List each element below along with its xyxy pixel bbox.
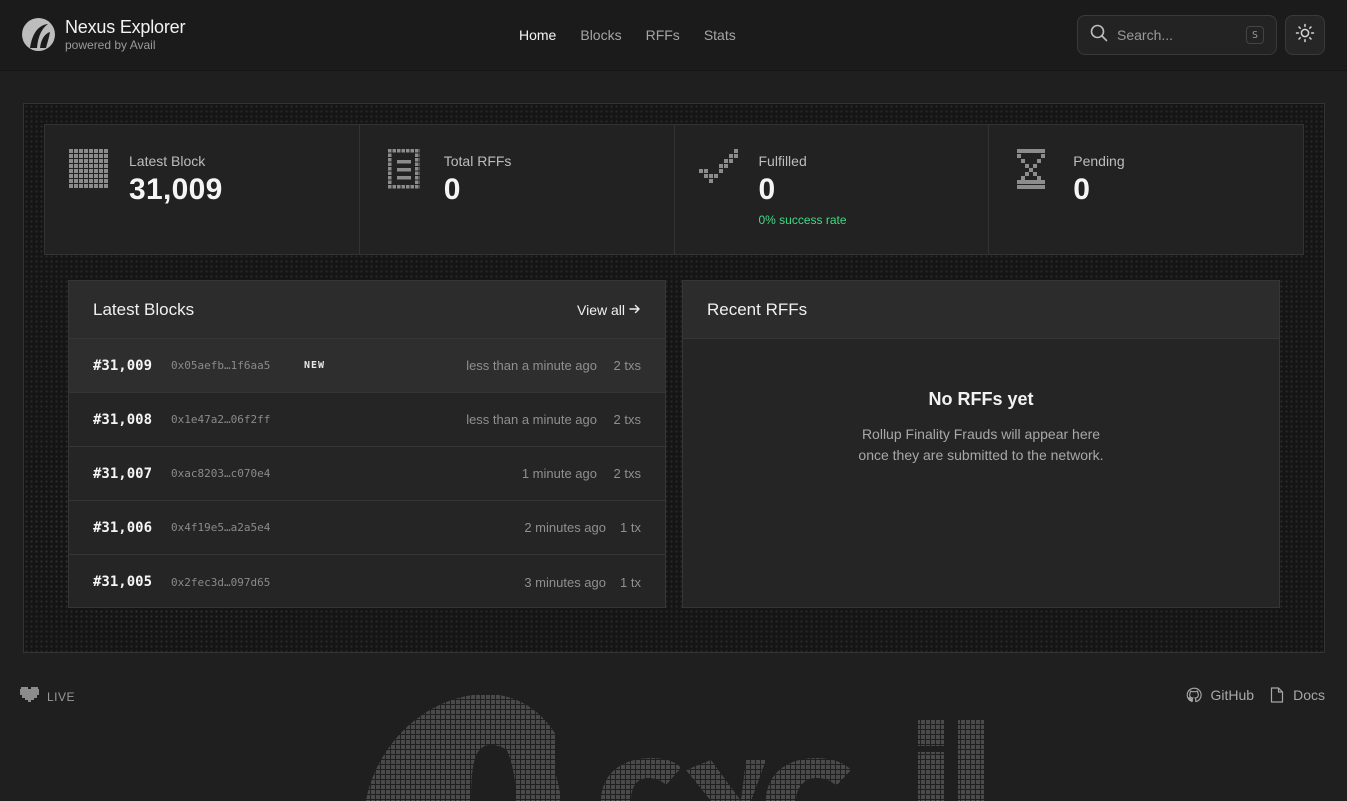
stat-value: 0: [758, 173, 776, 206]
block-number[interactable]: #31,005: [93, 574, 152, 590]
search-shortcut-key: S: [1246, 26, 1264, 44]
block-row[interactable]: #31,008 0x1e47a2…06f2ff less than a minu…: [69, 393, 665, 447]
empty-state-line: once they are submitted to the network.: [858, 447, 1104, 463]
live-label: LIVE: [47, 690, 76, 704]
block-hash: 0xac8203…c070e4: [171, 467, 271, 480]
docs-link[interactable]: Docs: [1270, 687, 1325, 703]
sun-icon: [1295, 23, 1315, 48]
brand-title: Nexus Explorer: [65, 17, 186, 37]
docs-label: Docs: [1293, 687, 1325, 703]
hourglass-icon: [1017, 149, 1049, 196]
block-tx-count: 1 tx: [620, 520, 641, 535]
stat-value: 0: [1073, 173, 1091, 206]
nav-home[interactable]: Home: [519, 27, 556, 43]
block-tx-count: 1 tx: [620, 574, 641, 590]
github-icon: [1186, 687, 1202, 703]
block-hash: 0x2fec3d…097d65: [171, 575, 271, 589]
nav-blocks[interactable]: Blocks: [580, 27, 621, 43]
block-hash: 0x1e47a2…06f2ff: [171, 413, 271, 426]
main-nav: Home Blocks RFFs Stats: [519, 27, 760, 43]
block-number[interactable]: #31,008: [93, 412, 152, 428]
empty-state-description: Rollup Finality Frauds will appear here …: [683, 424, 1279, 466]
stat-latest-block[interactable]: Latest Block 31,009: [45, 125, 360, 254]
recent-rffs-card: Recent RFFs No RFFs yet Rollup Finality …: [682, 280, 1280, 608]
avail-logo-icon: [22, 18, 55, 51]
block-tx-count: 2 txs: [613, 466, 641, 481]
view-all-label: View all: [577, 301, 625, 318]
document-icon: [387, 149, 422, 196]
live-indicator: LIVE: [20, 686, 75, 708]
stat-pending[interactable]: Pending 0: [989, 125, 1303, 254]
block-tx-count: 2 txs: [613, 412, 641, 427]
card-header: Latest Blocks View all: [69, 281, 665, 339]
stat-total-rffs[interactable]: Total RFFs 0: [360, 125, 675, 254]
success-rate-note: 0% success rate: [758, 213, 847, 227]
block-row[interactable]: #31,007 0xac8203…c070e4 1 minute ago 2 t…: [69, 447, 665, 501]
search-input[interactable]: Search... S: [1077, 15, 1277, 55]
avail-wordmark-logo: [366, 690, 986, 801]
block-time: 2 minutes ago: [524, 520, 606, 535]
latest-blocks-card: Latest Blocks View all #31,009 0x05aefb……: [68, 280, 666, 608]
block-time: less than a minute ago: [466, 358, 597, 373]
block-number[interactable]: #31,009: [93, 358, 152, 374]
brand-subtitle: powered by Avail: [65, 38, 156, 52]
document-icon: [1270, 687, 1284, 703]
stat-label: Fulfilled: [758, 153, 807, 169]
stat-label: Pending: [1073, 153, 1125, 169]
latest-blocks-title: Latest Blocks: [93, 299, 195, 319]
github-label: GitHub: [1210, 687, 1255, 703]
empty-state-line: Rollup Finality Frauds will appear here: [861, 426, 1101, 442]
heart-icon: [20, 686, 39, 708]
block-hash: 0x4f19e5…a2a5e4: [171, 521, 271, 534]
block-time: less than a minute ago: [466, 412, 597, 427]
arrow-right-icon: [629, 302, 641, 318]
footer-links: GitHub Docs: [1170, 687, 1325, 703]
stat-label: Total RFFs: [443, 153, 512, 169]
stat-fulfilled[interactable]: Fulfilled 0 0% success rate: [675, 125, 990, 254]
block-row[interactable]: #31,009 0x05aefb…1f6aa5 NEW less than a …: [69, 339, 665, 393]
block-time: 1 minute ago: [521, 466, 597, 481]
search-placeholder: Search...: [1117, 27, 1174, 43]
block-tx-count: 2 txs: [613, 358, 641, 373]
checkmark-icon: [698, 149, 741, 190]
dashboard-panel: Latest Block 31,009 Total RFFs 0 Fulfill…: [23, 103, 1325, 653]
view-all-link[interactable]: View all: [577, 302, 641, 318]
block-time: 3 minutes ago: [524, 574, 606, 590]
brand[interactable]: Nexus Explorer powered by Avail: [22, 18, 185, 51]
block-row[interactable]: #31,005 0x2fec3d…097d65 3 minutes ago 1 …: [69, 555, 665, 609]
search-icon: [1090, 24, 1108, 47]
nav-stats[interactable]: Stats: [704, 27, 736, 43]
block-number[interactable]: #31,007: [93, 466, 152, 482]
recent-rffs-title: Recent RFFs: [707, 299, 808, 319]
block-row[interactable]: #31,006 0x4f19e5…a2a5e4 2 minutes ago 1 …: [69, 501, 665, 555]
block-number[interactable]: #31,006: [93, 520, 152, 536]
stat-value: 31,009: [129, 173, 223, 206]
block-hash: 0x05aefb…1f6aa5: [171, 359, 271, 372]
stat-value: 0: [443, 173, 461, 206]
nav-rffs[interactable]: RFFs: [646, 27, 680, 43]
theme-toggle-button[interactable]: [1285, 15, 1325, 55]
github-link[interactable]: GitHub: [1186, 687, 1255, 703]
stat-label: Latest Block: [129, 153, 206, 169]
top-header: Nexus Explorer powered by Avail Home Blo…: [0, 0, 1347, 71]
card-header: Recent RFFs: [683, 281, 1279, 339]
stats-row: Latest Block 31,009 Total RFFs 0 Fulfill…: [44, 124, 1304, 255]
empty-state-title: No RFFs yet: [928, 389, 1034, 409]
grid-block-icon: [69, 149, 109, 194]
new-badge: NEW: [304, 360, 326, 371]
